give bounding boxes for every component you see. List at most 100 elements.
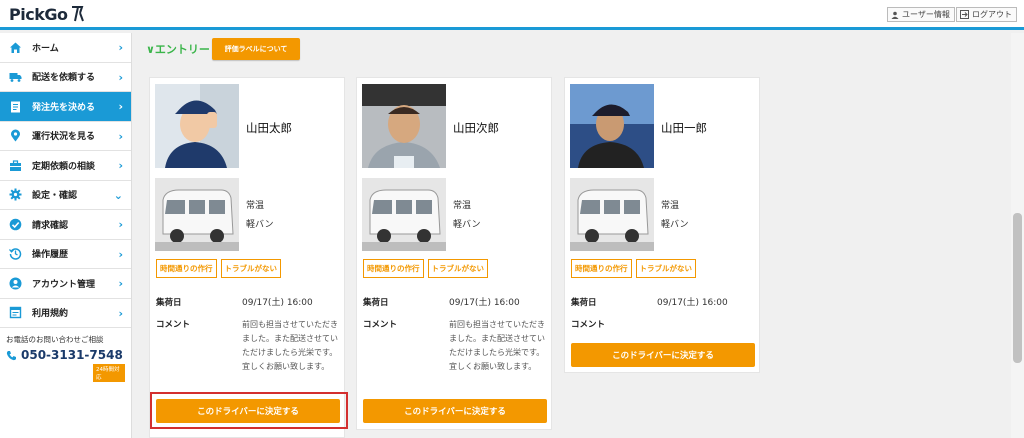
sidebar-item-label: 利用規約 bbox=[32, 309, 69, 320]
page-scrollbar[interactable] bbox=[1011, 33, 1024, 438]
vehicle-photo bbox=[362, 178, 446, 251]
sidebar-item-request[interactable]: 配送を依頼する › bbox=[0, 63, 131, 92]
comment-label: コメント bbox=[156, 320, 191, 330]
logout-button[interactable]: ログアウト bbox=[956, 7, 1017, 22]
pickup-date-value: 09/17(土) 16:00 bbox=[242, 298, 313, 308]
sidebar-item-decide-orderer[interactable]: 発注先を決める › bbox=[0, 92, 131, 122]
phone-icon bbox=[6, 350, 16, 360]
support-hours-badge: 24時間対応 bbox=[93, 364, 125, 382]
sidebar-item-label: 発注先を決める bbox=[32, 102, 96, 113]
comment-label: コメント bbox=[571, 320, 606, 330]
contact-section: お電話のお問い合わせご相談 050-3131-7548 24時間対応 bbox=[0, 328, 131, 388]
chevron-right-icon: › bbox=[118, 129, 123, 143]
chevron-down-icon: ⌄ bbox=[113, 188, 123, 202]
driver-name: 山田太郎 bbox=[246, 121, 292, 135]
chevron-right-icon: › bbox=[118, 41, 123, 54]
driver-card: 山田次郎 常温 軽バン 時間通りの作行 トラブルがない 集荷日 09/17(土)… bbox=[356, 77, 552, 430]
pickup-date-value: 09/17(土) 16:00 bbox=[449, 298, 520, 308]
logo-runner-icon bbox=[72, 6, 85, 22]
decide-driver-button[interactable]: このドライバーに決定する bbox=[571, 343, 755, 367]
eval-tag: 時間通りの作行 bbox=[571, 259, 632, 278]
home-icon bbox=[10, 42, 21, 53]
logo-text: PickGo bbox=[9, 5, 68, 24]
sidebar-item-label: 定期依頼の相談 bbox=[32, 161, 96, 172]
cargo-temperature: 常温 bbox=[661, 201, 680, 211]
user-icon bbox=[891, 11, 899, 19]
highlight-box bbox=[150, 392, 348, 429]
sidebar-item-label: 操作履歴 bbox=[32, 250, 69, 261]
eval-tag: 時間通りの作行 bbox=[363, 259, 424, 278]
sidebar-item-home[interactable]: ホーム › bbox=[0, 33, 131, 63]
vehicle-type: 軽バン bbox=[453, 220, 481, 230]
vehicle-type: 軽バン bbox=[246, 220, 274, 230]
history-icon bbox=[9, 248, 22, 260]
sidebar-item-regular-request[interactable]: 定期依頼の相談 › bbox=[0, 151, 131, 181]
pickup-date-label: 集荷日 bbox=[363, 298, 389, 308]
contact-phone[interactable]: 050-3131-7548 bbox=[6, 348, 125, 362]
top-header: PickGo ユーザー情報 ログアウト bbox=[0, 0, 1024, 30]
app-logo[interactable]: PickGo bbox=[9, 5, 85, 24]
cargo-temperature: 常温 bbox=[453, 201, 472, 211]
clipboard-icon bbox=[11, 101, 20, 113]
vehicle-photo bbox=[570, 178, 654, 251]
sidebar-item-label: ホーム bbox=[32, 43, 59, 54]
driver-name: 山田一郎 bbox=[661, 121, 707, 135]
pickup-date-label: 集荷日 bbox=[156, 298, 182, 308]
eval-tags: 時間通りの作行 トラブルがない bbox=[571, 259, 696, 278]
comment-text: 前回も担当させていただきました。また配送させていただけましたら光栄です。宜しくお… bbox=[449, 320, 545, 371]
sidebar-item-terms[interactable]: 利用規約 › bbox=[0, 299, 131, 328]
page-title: ∨エントリー bbox=[146, 43, 210, 56]
sidebar-nav: ホーム › 配送を依頼する › 発注先を決める › 運行状況を見る › 定期依頼… bbox=[0, 33, 132, 438]
pickup-date-value: 09/17(土) 16:00 bbox=[657, 298, 728, 308]
eval-tag: トラブルがない bbox=[427, 259, 488, 278]
user-info-button[interactable]: ユーザー情報 bbox=[887, 7, 955, 22]
sidebar-item-status[interactable]: 運行状況を見る › bbox=[0, 122, 131, 151]
check-circle-icon bbox=[9, 218, 22, 231]
chevron-right-icon: › bbox=[118, 277, 123, 290]
truck-icon bbox=[9, 73, 22, 83]
cargo-temperature: 常温 bbox=[246, 201, 265, 211]
chevron-right-icon: › bbox=[118, 247, 123, 261]
driver-name: 山田次郎 bbox=[453, 121, 499, 135]
contact-label: お電話のお問い合わせご相談 bbox=[6, 335, 104, 344]
chevron-right-icon: › bbox=[118, 159, 123, 172]
sidebar-item-billing[interactable]: 請求確認 › bbox=[0, 210, 131, 240]
eval-tags: 時間通りの作行 トラブルがない bbox=[363, 259, 488, 278]
eval-tags: 時間通りの作行 トラブルがない bbox=[156, 259, 281, 278]
pickup-date-label: 集荷日 bbox=[571, 298, 597, 308]
sidebar-item-settings[interactable]: 設定・確認 ⌄ bbox=[0, 181, 131, 210]
phone-number: 050-3131-7548 bbox=[21, 348, 123, 362]
driver-photo bbox=[362, 84, 446, 168]
chevron-right-icon: › bbox=[118, 70, 123, 84]
location-pin-icon bbox=[11, 129, 20, 142]
comment-text: 前回も担当させていただきました。また配送させていただけましたら光栄です。宜しくお… bbox=[242, 320, 338, 371]
sidebar-item-history[interactable]: 操作履歴 › bbox=[0, 240, 131, 269]
driver-card: 山田太郎 常温 軽バン 時間通りの作行 トラブルがない 集荷日 09/17(土)… bbox=[149, 77, 345, 438]
gear-icon bbox=[9, 188, 22, 201]
user-info-label: ユーザー情報 bbox=[902, 10, 950, 19]
eval-tag: トラブルがない bbox=[220, 259, 281, 278]
account-icon bbox=[9, 277, 22, 290]
briefcase-icon bbox=[10, 160, 21, 171]
logout-label: ログアウト bbox=[972, 10, 1012, 19]
vehicle-type: 軽バン bbox=[661, 220, 689, 230]
sidebar-item-label: 配送を依頼する bbox=[32, 73, 96, 84]
eval-tag: トラブルがない bbox=[635, 259, 696, 278]
document-icon bbox=[9, 307, 22, 319]
chevron-right-icon: › bbox=[118, 100, 123, 113]
driver-card: 山田一郎 常温 軽バン 時間通りの作行 トラブルがない 集荷日 09/17(土)… bbox=[564, 77, 760, 373]
logout-icon bbox=[960, 10, 969, 19]
scrollbar-thumb[interactable] bbox=[1013, 213, 1022, 363]
vehicle-photo bbox=[155, 178, 239, 251]
sidebar-item-label: アカウント管理 bbox=[32, 279, 96, 290]
sidebar-item-account[interactable]: アカウント管理 › bbox=[0, 269, 131, 299]
driver-photo bbox=[570, 84, 654, 168]
sidebar-item-label: 運行状況を見る bbox=[32, 132, 96, 143]
decide-driver-button[interactable]: このドライバーに決定する bbox=[363, 399, 547, 423]
driver-photo bbox=[155, 84, 239, 168]
sidebar-item-label: 請求確認 bbox=[32, 220, 69, 231]
eval-label-button[interactable]: 評価ラベルについて bbox=[212, 38, 300, 60]
comment-label: コメント bbox=[363, 320, 398, 330]
eval-tag: 時間通りの作行 bbox=[156, 259, 217, 278]
chevron-right-icon: › bbox=[118, 218, 123, 231]
